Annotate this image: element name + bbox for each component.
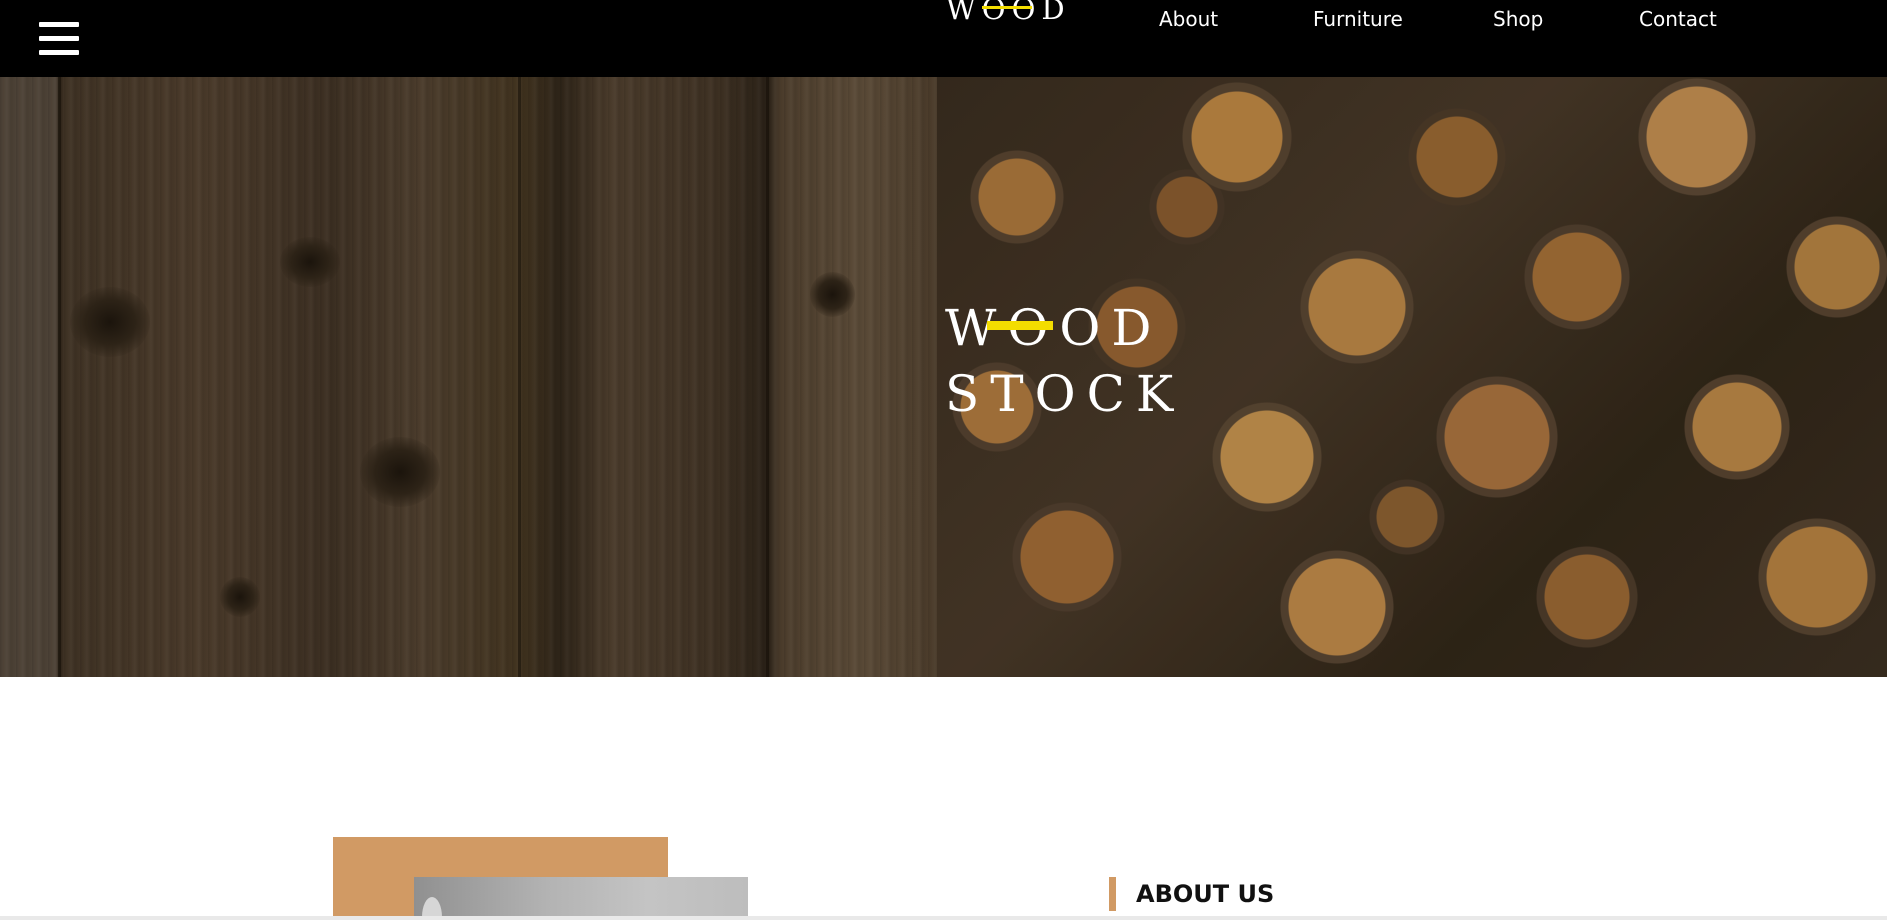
menu-bar [39,36,79,41]
wood-knot [70,287,150,357]
wood-knot [360,437,440,507]
hero-title-line2: STOCK [945,365,1185,423]
plank-seam [518,77,521,677]
about-image [414,877,748,920]
wood-knot [220,577,260,617]
nav-link-about[interactable]: About [1159,7,1218,31]
nav-link-shop[interactable]: Shop [1493,7,1543,31]
hero-title-line1: WOOD [945,299,1163,357]
about-heading-accent [1109,877,1116,911]
about-heading: ABOUT US [1136,880,1275,908]
wood-knot [280,237,340,287]
main-nav: About Furniture Shop Contact [0,0,1887,36]
nav-link-contact[interactable]: Contact [1639,7,1717,31]
plank-seam [766,77,769,677]
site-header: WOOD About Furniture Shop Contact [0,0,1887,77]
nav-link-furniture[interactable]: Furniture [1313,7,1403,31]
about-section [0,677,1887,920]
menu-bar [39,50,79,55]
wood-knot [810,272,855,317]
plank-seam [58,77,61,677]
wood-planks-image [0,77,937,677]
bottom-divider [0,916,1887,920]
hero-title: WOOD STOCK [945,295,1184,427]
hero-title-strike-bar [987,321,1053,330]
hero-banner [0,77,1887,677]
